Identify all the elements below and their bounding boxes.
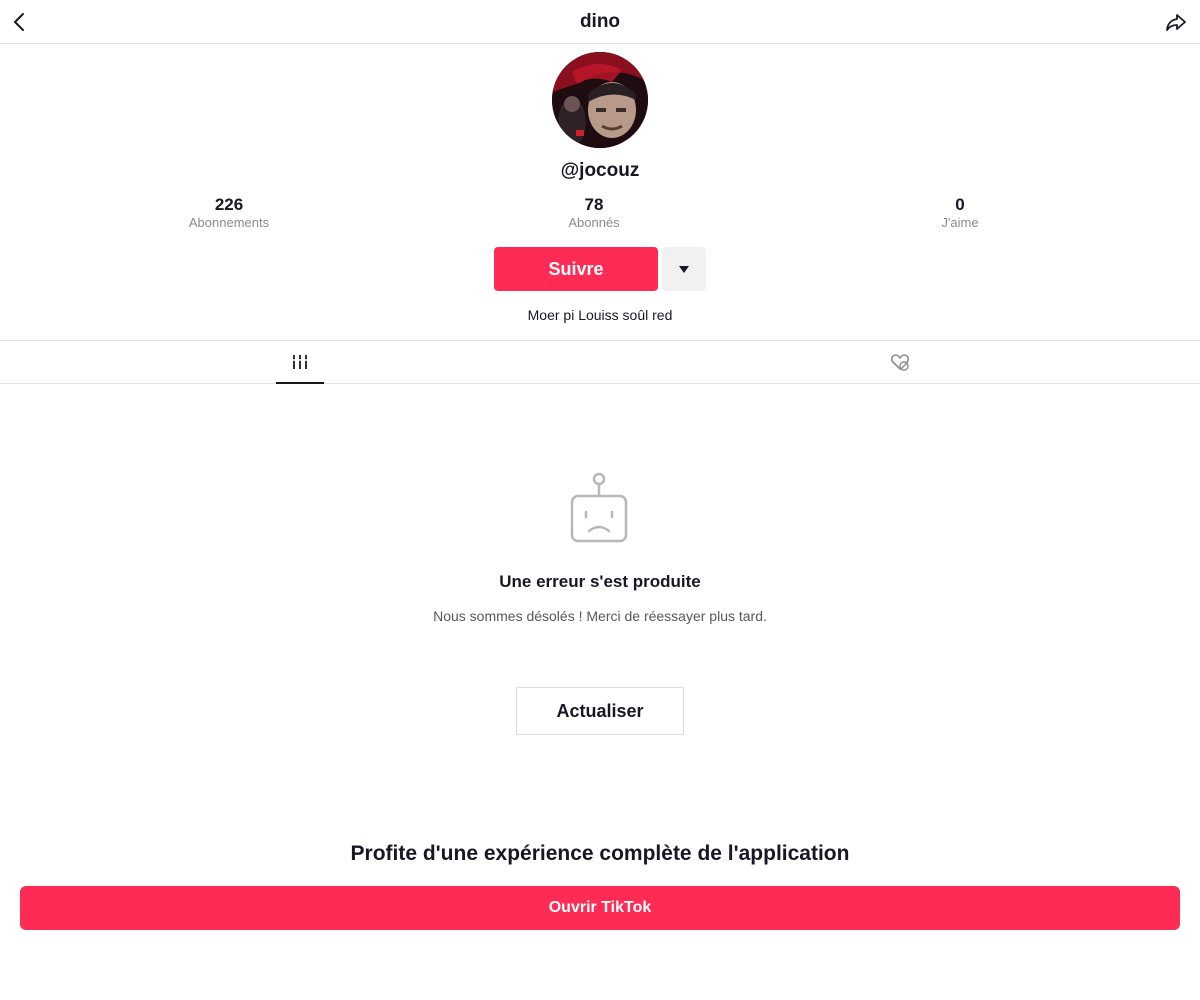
tab-liked[interactable] [876,341,924,384]
stat-label: Abonnements [188,215,270,230]
more-options-button[interactable] [662,247,706,291]
page-title: dino [579,11,621,32]
app-promo-text: Profite d'une expérience complète de l'a… [350,842,850,865]
refresh-button[interactable]: Actualiser [516,687,684,735]
error-message: Nous sommes désolés ! Merci de réessayer… [433,608,767,624]
top-bar: dino [0,0,1200,44]
follow-button[interactable]: Suivre [494,247,658,291]
stat-likes: 0 J'aime [860,195,1060,231]
stat-value: 0 [955,195,965,214]
avatar[interactable] [552,52,648,148]
bio: Moer pi Louiss soûl red [527,307,673,323]
share-arrow-icon[interactable] [1164,10,1188,34]
username: @jocouz [560,160,640,181]
caret-down-icon [679,266,689,273]
stat-label: Abonnés [568,215,620,230]
stat-value: 78 [584,195,604,214]
open-tiktok-button[interactable]: Ouvrir TikTok [20,886,1180,930]
video-grid-icon [292,355,308,369]
stat-value: 226 [214,195,244,214]
tab-videos[interactable] [276,341,324,384]
stat-following[interactable]: 226 Abonnements [129,195,329,231]
error-title: Une erreur s'est produite [499,572,701,591]
stat-label: J'aime [941,215,979,230]
liked-heart-icon [890,354,910,371]
stat-followers[interactable]: 78 Abonnés [494,195,694,231]
sad-robot-icon [568,470,632,546]
profile-tabs [0,340,1200,384]
